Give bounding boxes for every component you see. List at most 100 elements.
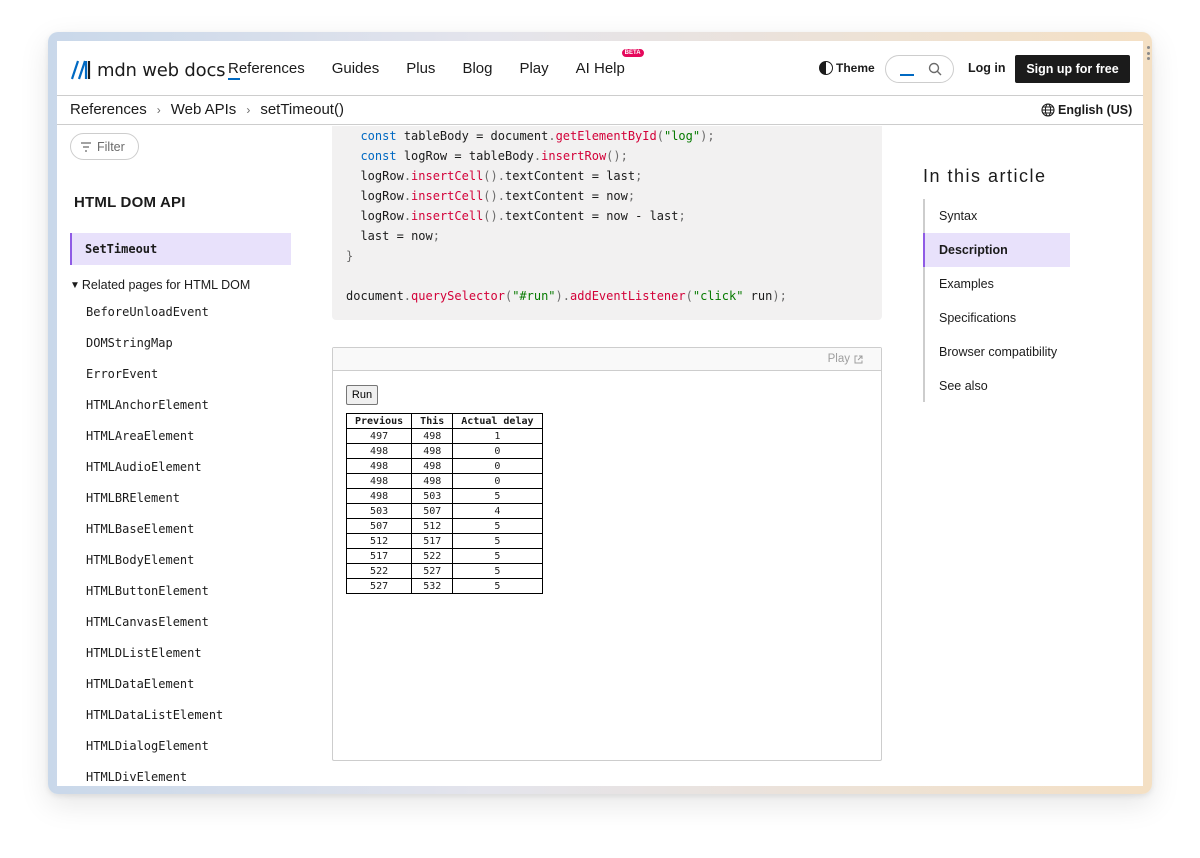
table-cell: 0 (452, 458, 543, 474)
column-header: This (411, 413, 454, 429)
sidebar-filter-input[interactable]: Filter (70, 133, 139, 160)
table-cell: 498 (411, 428, 454, 444)
sidebar-item[interactable]: HTMLBRElement (86, 490, 223, 521)
sidebar-item[interactable]: HTMLButtonElement (86, 583, 223, 614)
main-nav: References Guides Plus Blog Play AI Help… (228, 41, 652, 96)
table-cell: 1 (452, 428, 543, 444)
language-switcher[interactable]: English (US) (1041, 103, 1132, 117)
table-cell: 498 (345, 458, 413, 474)
code-line: const tableBody = document.getElementByI… (360, 129, 715, 143)
sidebar-item[interactable]: HTMLAreaElement (86, 428, 223, 459)
column-header: Actual delay (452, 413, 543, 429)
nav-plus[interactable]: Plus (406, 60, 435, 77)
sidebar-item[interactable]: HTMLDataElement (86, 676, 223, 707)
nav-blog[interactable]: Blog (462, 60, 492, 77)
related-pages-toggle[interactable]: ▼ Related pages for HTML DOM (70, 278, 250, 292)
toc-item-browser-compatibility[interactable]: Browser compatibility (925, 335, 1070, 369)
search-input[interactable] (885, 55, 954, 83)
table-cell: 503 (411, 488, 454, 504)
sidebar-item[interactable]: HTMLDialogElement (86, 738, 223, 769)
top-navigation: mdn web docs References Guides Plus Blog… (57, 41, 1143, 96)
run-button[interactable]: Run (346, 385, 378, 405)
mdn-logo[interactable]: mdn web docs (71, 58, 241, 82)
login-link[interactable]: Log in (968, 61, 1006, 75)
nav-play[interactable]: Play (519, 60, 548, 77)
toc-item-examples[interactable]: Examples (925, 267, 1070, 301)
search-icon[interactable] (928, 62, 942, 76)
table-row: 498 498 0 (345, 473, 543, 489)
sidebar-item[interactable]: HTMLDivElement (86, 769, 223, 786)
table-cell: 522 (345, 563, 413, 579)
code-line: logRow.insertCell().textContent = last; (360, 169, 643, 183)
signup-button[interactable]: Sign up for free (1015, 55, 1130, 83)
table-of-contents: Syntax Description Examples Specificatio… (923, 199, 1070, 402)
breadcrumb-web-apis[interactable]: Web APIs (171, 101, 237, 118)
sidebar-item[interactable]: BeforeUnloadEvent (86, 304, 223, 335)
beta-badge: BETA (620, 48, 645, 58)
table-cell: 527 (345, 578, 413, 594)
log-table-body: 497 498 1 498 498 0 498 498 0 498 498 0 498 503 5 503 50… (345, 428, 543, 594)
theme-label: Theme (836, 61, 875, 75)
table-row: 498 498 0 (345, 443, 543, 459)
table-cell: 4 (452, 503, 543, 519)
table-cell: 498 (411, 443, 454, 459)
toc-item-description[interactable]: Description (923, 233, 1070, 267)
chevron-right-icon: › (156, 102, 161, 117)
code-line: document.querySelector("#run").addEventL… (346, 289, 787, 303)
sidebar-item[interactable]: HTMLCanvasElement (86, 614, 223, 645)
table-cell: 522 (411, 548, 454, 564)
sidebar-item[interactable]: ErrorEvent (86, 366, 223, 397)
play-label: Play (827, 353, 850, 365)
toc-item-specifications[interactable]: Specifications (925, 301, 1070, 335)
sidebar: Filter HTML DOM API SetTimeout ▼ Related… (57, 126, 302, 786)
sidebar-item-settimeout[interactable]: SetTimeout (70, 233, 291, 265)
external-link-icon (854, 355, 863, 363)
window-grip-icon[interactable] (1146, 46, 1150, 60)
toc-item-see-also[interactable]: See also (925, 369, 1070, 403)
table-header-row: Previous This Actual delay (345, 413, 543, 429)
code-example: const tableBody = document.getElementByI… (332, 126, 882, 320)
live-sample-toolbar: Play (333, 348, 881, 371)
sidebar-item[interactable]: HTMLDListElement (86, 645, 223, 676)
nav-references[interactable]: References (228, 60, 305, 77)
sidebar-item[interactable]: DOMStringMap (86, 335, 223, 366)
mdn-logo-icon (71, 60, 91, 80)
code-line: } (346, 249, 354, 263)
sidebar-item[interactable]: HTMLAudioElement (86, 459, 223, 490)
live-sample: Play Run Previous This Actual delay 497 4… (332, 347, 882, 761)
sidebar-item[interactable]: HTMLBodyElement (86, 552, 223, 583)
column-header: Previous (345, 413, 413, 429)
table-cell: 5 (452, 548, 543, 564)
sidebar-item[interactable]: HTMLAnchorElement (86, 397, 223, 428)
table-row: 503 507 4 (345, 503, 543, 519)
search-cursor (900, 74, 914, 76)
table-cell: 5 (452, 488, 543, 504)
breadcrumb-references[interactable]: References (70, 101, 147, 118)
theme-icon (819, 61, 833, 75)
nav-guides[interactable]: Guides (332, 60, 380, 77)
disclosure-triangle-icon: ▼ (70, 279, 80, 291)
table-cell: 512 (411, 518, 454, 534)
table-cell: 532 (411, 578, 454, 594)
table-row: 498 503 5 (345, 488, 543, 504)
table-cell: 498 (411, 458, 454, 474)
table-row: 527 532 5 (345, 578, 543, 594)
code-line: last = now; (360, 229, 440, 243)
table-row: 498 498 0 (345, 458, 543, 474)
toc-item-syntax[interactable]: Syntax (925, 199, 1070, 233)
sidebar-item[interactable]: HTMLBaseElement (86, 521, 223, 552)
filter-icon (81, 141, 91, 152)
nav-ai-help[interactable]: AI Help BETA (576, 48, 645, 77)
breadcrumb-settimeout[interactable]: setTimeout() (260, 101, 344, 118)
table-cell: 5 (452, 563, 543, 579)
play-link[interactable]: Play (828, 353, 863, 365)
table-cell: 498 (345, 473, 413, 489)
filter-placeholder: Filter (97, 139, 125, 154)
theme-button[interactable]: Theme (819, 61, 875, 75)
sidebar-item[interactable]: HTMLDataListElement (86, 707, 223, 738)
code-line: logRow.insertCell().textContent = now; (360, 189, 636, 203)
toc-title: In this article (923, 166, 1047, 186)
table-row: 507 512 5 (345, 518, 543, 534)
table-cell: 507 (345, 518, 413, 534)
